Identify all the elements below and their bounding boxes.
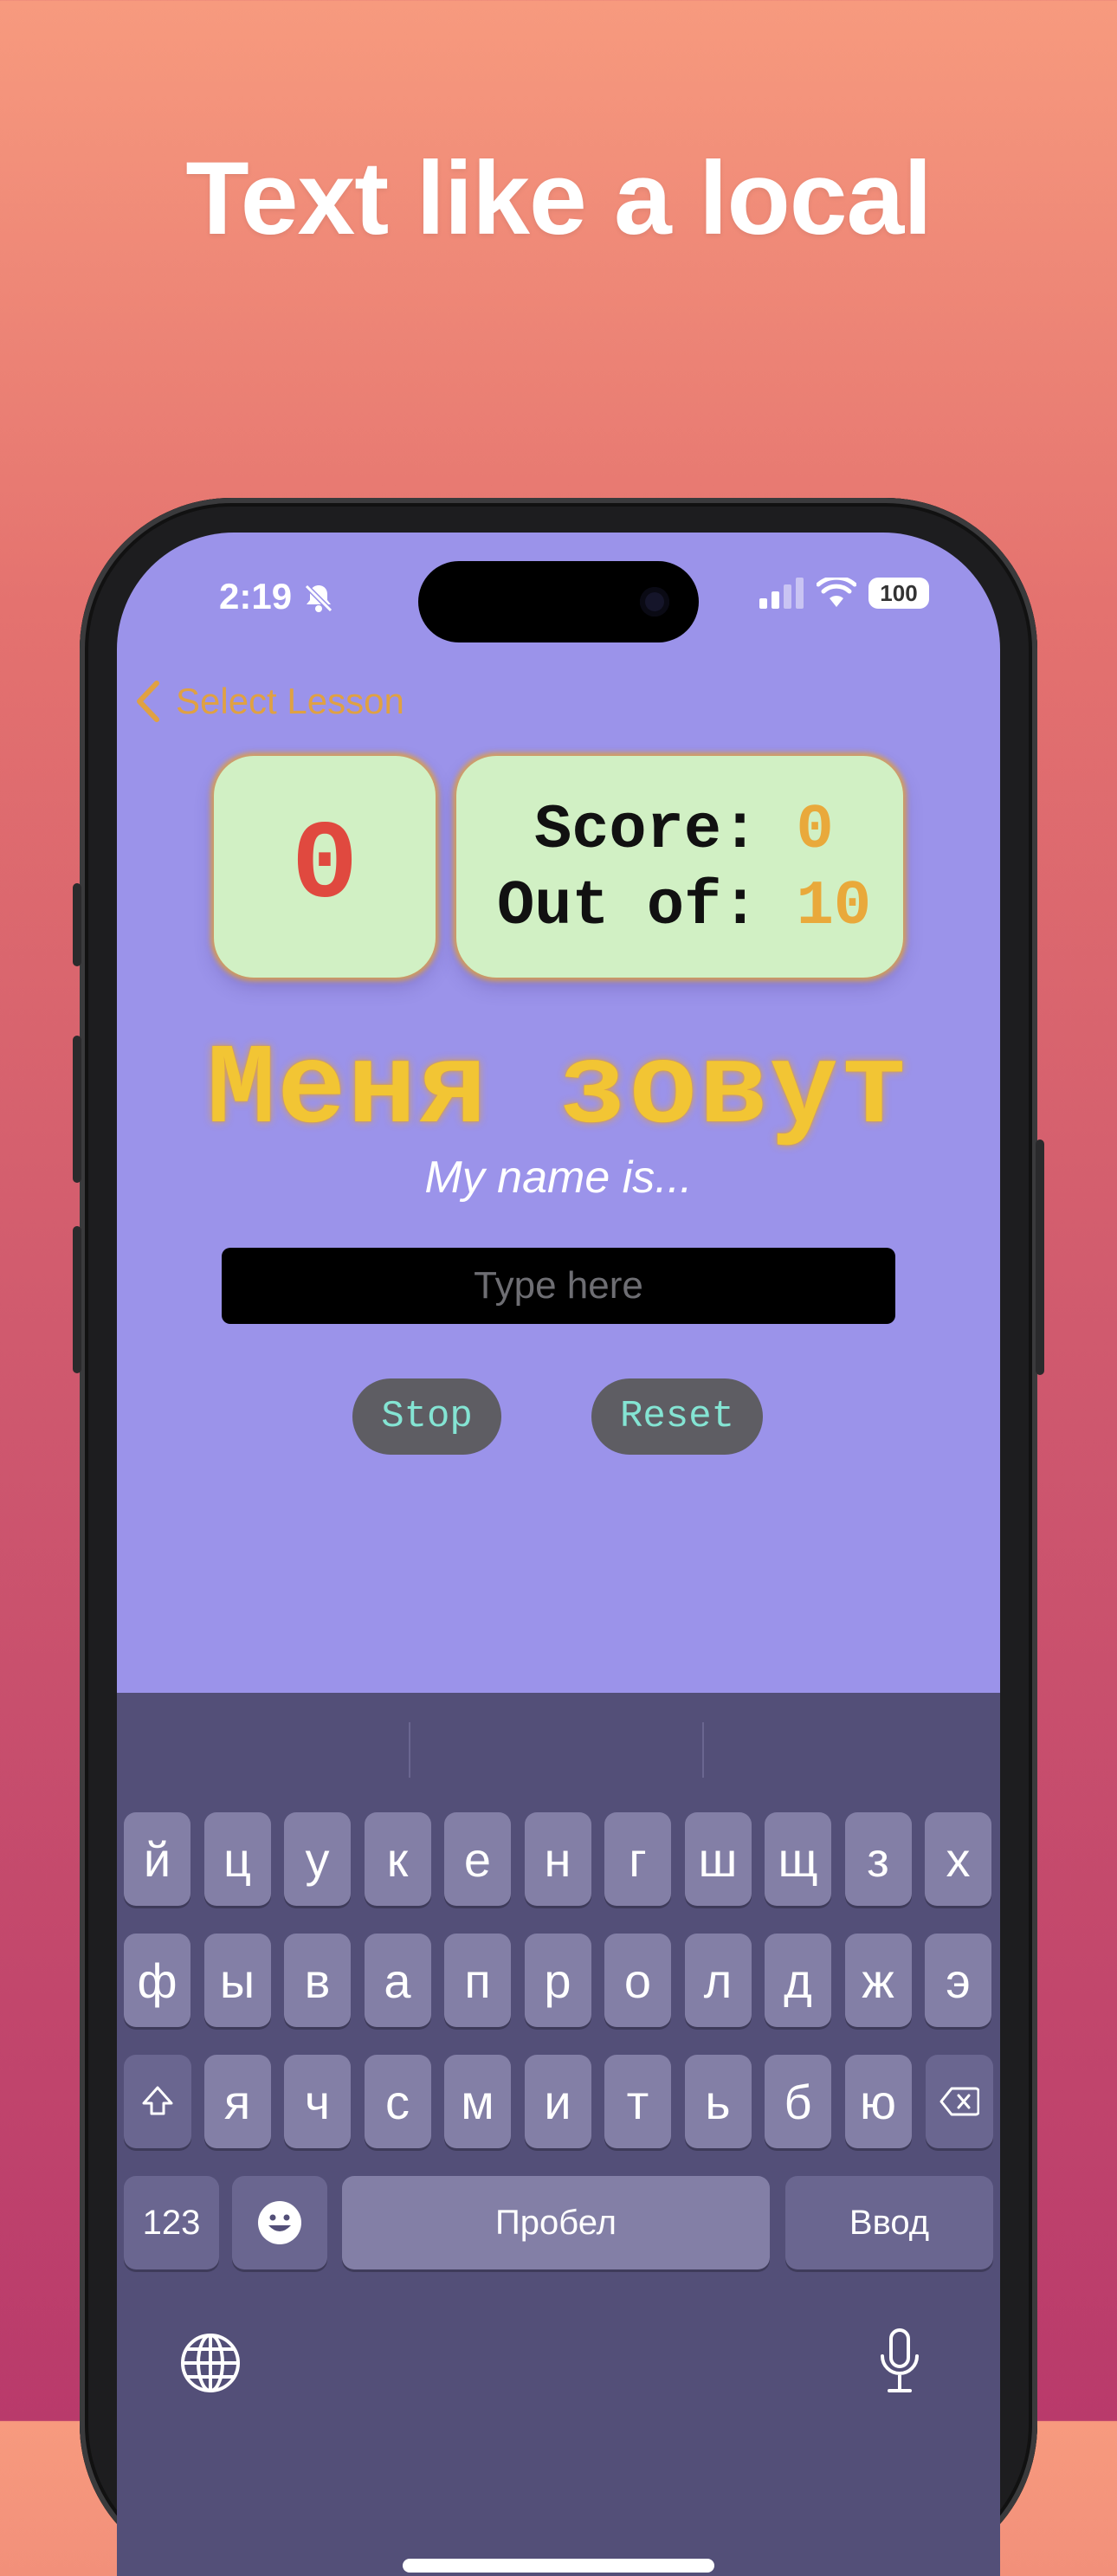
shift-icon bbox=[142, 2086, 173, 2115]
key-ь[interactable]: ь bbox=[684, 2055, 752, 2148]
answer-input[interactable] bbox=[222, 1248, 895, 1324]
return-key[interactable]: Ввод bbox=[785, 2176, 993, 2269]
microphone-icon[interactable] bbox=[877, 2327, 922, 2396]
key-ч[interactable]: ч bbox=[284, 2055, 351, 2148]
shift-key[interactable] bbox=[124, 2055, 191, 2148]
key-о[interactable]: о bbox=[604, 1934, 671, 2027]
key-я[interactable]: я bbox=[203, 2055, 271, 2148]
volume-up-button bbox=[73, 1036, 81, 1183]
key-ю[interactable]: ю bbox=[844, 2055, 912, 2148]
key-ф[interactable]: ф bbox=[124, 1934, 190, 2027]
key-ш[interactable]: ш bbox=[684, 1812, 752, 1906]
volume-down-button bbox=[73, 1226, 81, 1373]
lesson-translation: My name is... bbox=[424, 1152, 693, 1203]
key-ы[interactable]: ы bbox=[203, 1934, 271, 2027]
stop-button[interactable]: Stop bbox=[352, 1378, 501, 1455]
chevron-left-icon bbox=[137, 681, 159, 722]
key-т[interactable]: т bbox=[604, 2055, 671, 2148]
cellular-signal-icon bbox=[759, 578, 804, 609]
bell-muted-icon bbox=[304, 584, 333, 613]
app-screen: 2:19 100 Select Lesson 0 Score: 0 Out of… bbox=[117, 533, 1000, 2576]
key-щ[interactable]: щ bbox=[765, 1812, 831, 1906]
headline: Text like a local bbox=[185, 140, 932, 256]
streak-counter: 0 bbox=[214, 756, 436, 978]
keyboard: йцукенгшщзх фывапролджэ ячсмитьбю 123 Пр… bbox=[117, 1693, 1000, 2576]
key-а[interactable]: а bbox=[364, 1934, 431, 2027]
out-of-value: 10 bbox=[796, 871, 872, 942]
key-м[interactable]: м bbox=[444, 2055, 511, 2148]
key-к[interactable]: к bbox=[364, 1812, 431, 1906]
key-п[interactable]: п bbox=[444, 1934, 511, 2027]
wifi-icon bbox=[817, 578, 856, 607]
reset-button[interactable]: Reset bbox=[591, 1378, 763, 1455]
emoji-key[interactable] bbox=[232, 2176, 327, 2269]
key-в[interactable]: в bbox=[284, 1934, 351, 2027]
key-й[interactable]: й bbox=[124, 1812, 190, 1906]
key-у[interactable]: у bbox=[284, 1812, 351, 1906]
key-д[interactable]: д bbox=[765, 1934, 831, 2027]
numbers-key[interactable]: 123 bbox=[124, 2176, 219, 2269]
action-button bbox=[73, 883, 81, 966]
status-time: 2:19 bbox=[219, 576, 293, 617]
delete-key[interactable] bbox=[926, 2055, 993, 2148]
suggestion-divider bbox=[702, 1722, 704, 1778]
key-н[interactable]: н bbox=[524, 1812, 591, 1906]
key-б[interactable]: б bbox=[765, 2055, 831, 2148]
backspace-icon bbox=[939, 2087, 979, 2116]
globe-icon[interactable] bbox=[179, 2332, 242, 2394]
key-с[interactable]: с bbox=[364, 2055, 431, 2148]
lesson-word: Меня зовут bbox=[206, 1026, 911, 1156]
score-box: Score: 0 Out of: 10 bbox=[456, 756, 903, 978]
out-of-label: Out of: bbox=[497, 871, 759, 942]
status-indicators: 100 bbox=[759, 578, 929, 609]
battery-indicator: 100 bbox=[868, 578, 929, 609]
back-label: Select Lesson bbox=[176, 681, 404, 721]
power-button bbox=[1036, 1140, 1044, 1375]
key-е[interactable]: е bbox=[444, 1812, 511, 1906]
home-indicator[interactable] bbox=[403, 2559, 714, 2573]
key-г[interactable]: г bbox=[604, 1812, 671, 1906]
key-э[interactable]: э bbox=[925, 1934, 991, 2027]
emoji-icon bbox=[258, 2201, 301, 2244]
key-ц[interactable]: ц bbox=[203, 1812, 271, 1906]
key-р[interactable]: р bbox=[524, 1934, 591, 2027]
score-value: 0 bbox=[796, 795, 834, 866]
key-и[interactable]: и bbox=[524, 2055, 591, 2148]
space-key[interactable]: Пробел bbox=[342, 2176, 770, 2269]
key-л[interactable]: л bbox=[684, 1934, 752, 2027]
key-х[interactable]: х bbox=[925, 1812, 991, 1906]
back-button[interactable]: Select Lesson bbox=[134, 680, 404, 723]
dynamic-island bbox=[418, 561, 699, 642]
score-label: Score: bbox=[534, 795, 759, 866]
suggestion-divider bbox=[409, 1722, 410, 1778]
key-з[interactable]: з bbox=[844, 1812, 912, 1906]
key-ж[interactable]: ж bbox=[844, 1934, 912, 2027]
